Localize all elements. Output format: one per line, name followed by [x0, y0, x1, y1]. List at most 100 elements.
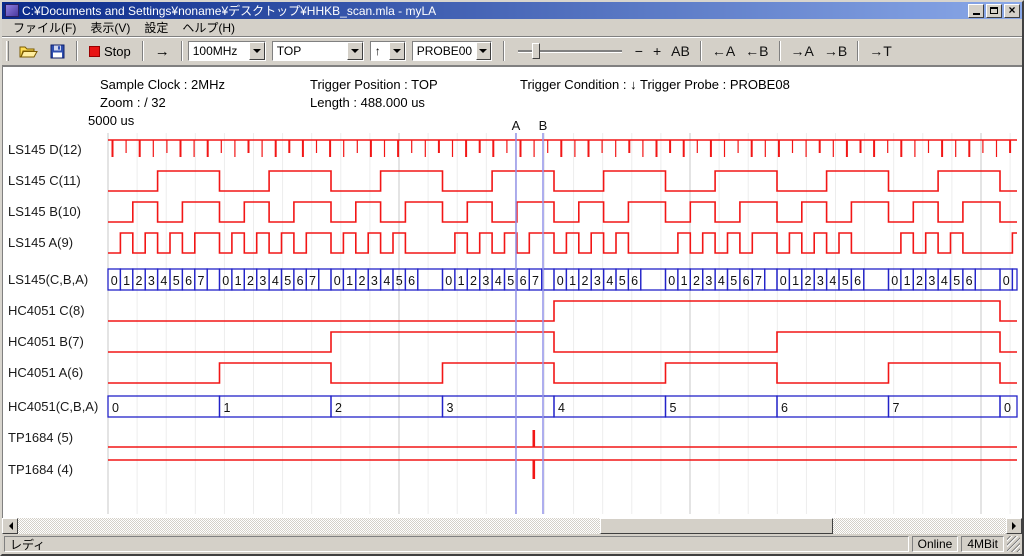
goto-cursor-a-button[interactable]: ←A: [707, 41, 740, 61]
bus-value: 7: [755, 274, 762, 288]
close-button[interactable]: ×: [1004, 4, 1020, 18]
wave-row-6: [108, 332, 1017, 352]
toolbar-separator: [503, 41, 505, 61]
cursor-a-label: A: [512, 118, 521, 133]
menu-file[interactable]: ファイル(F): [6, 18, 83, 37]
bus-row-4: [1012, 269, 1017, 290]
dropdown-arrow-icon[interactable]: [249, 42, 265, 60]
channel-label-tp1684-5: TP1684 (5): [8, 430, 73, 445]
sample-clock-value: 100MHz: [189, 42, 249, 60]
bus-value: 5: [953, 274, 960, 288]
open-button[interactable]: [13, 42, 44, 61]
scroll-right-button[interactable]: [1006, 518, 1022, 534]
trigger-probe-value: PROBE00: [413, 42, 476, 60]
bus-value: 2: [136, 274, 143, 288]
sample-clock-select[interactable]: 100MHz: [188, 41, 266, 61]
ab-button[interactable]: AB: [666, 41, 695, 61]
goto-trigger-button[interactable]: →T: [864, 41, 897, 61]
trigger-position-info: Trigger Position : TOP: [310, 77, 438, 92]
bus-value: 2: [582, 274, 589, 288]
bus-value: 0: [112, 401, 119, 415]
bus-value: 6: [631, 274, 638, 288]
bus-value: 3: [371, 274, 378, 288]
bus-value: 0: [334, 274, 341, 288]
menu-help[interactable]: ヘルプ(H): [175, 18, 242, 37]
set-cursor-b-button[interactable]: →B: [819, 41, 852, 61]
status-bar: レディ Online 4MBit: [2, 534, 1022, 554]
bus-value: 5: [507, 274, 514, 288]
wave-row-3: [108, 233, 1017, 253]
bus-value: 0: [780, 274, 787, 288]
bus-value: 6: [297, 274, 304, 288]
sample-clock-info: Sample Clock : 2MHz: [100, 77, 225, 92]
horizontal-scrollbar[interactable]: [2, 518, 1022, 534]
set-cursor-a-button[interactable]: →A: [786, 41, 819, 61]
channel-label-ls145-b: LS145 B(10): [8, 204, 81, 219]
toolbar-separator: [700, 41, 702, 61]
bus-row-8: [889, 396, 1001, 417]
zoom-slider[interactable]: [518, 41, 622, 61]
bus-value: 0: [445, 274, 452, 288]
app-window: C:¥Documents and Settings¥noname¥デスクトップ¥…: [0, 0, 1024, 556]
bus-value: 7: [893, 401, 900, 415]
save-button[interactable]: [44, 42, 71, 61]
bus-value: 0: [111, 274, 118, 288]
toolbar-separator: [857, 41, 859, 61]
trigger-edge-value: ↑: [371, 42, 389, 60]
bus-value: 4: [558, 401, 565, 415]
bus-value: 1: [569, 274, 576, 288]
bus-value: 5: [619, 274, 626, 288]
bus-value: 4: [718, 274, 725, 288]
maximize-icon: [990, 7, 998, 14]
trigger-probe-select[interactable]: PROBE00: [412, 41, 492, 61]
waveform-canvas[interactable]: 0123456701234567012345601234567012345601…: [2, 66, 1022, 518]
channel-label-ls145-bus: LS145(C,B,A): [8, 272, 88, 287]
bus-row-4: [319, 269, 331, 290]
dropdown-arrow-icon[interactable]: [476, 42, 491, 60]
bus-value: 2: [805, 274, 812, 288]
bus-row-4: [864, 269, 889, 290]
status-online: Online: [912, 536, 959, 552]
bus-value: 4: [829, 274, 836, 288]
channel-label-ls145-d: LS145 D(12): [8, 142, 82, 157]
slider-thumb[interactable]: [532, 43, 540, 59]
channel-label-hc4051-c: HC4051 C(8): [8, 303, 85, 318]
dropdown-arrow-icon[interactable]: [347, 42, 363, 60]
bus-value: 6: [520, 274, 527, 288]
bus-row-4: [418, 269, 443, 290]
minimize-button[interactable]: [968, 4, 984, 18]
trigger-edge-select[interactable]: ↑: [370, 41, 406, 61]
scrollbar-thumb[interactable]: [600, 518, 833, 534]
goto-cursor-b-button[interactable]: ←B: [740, 41, 773, 61]
bus-value: 0: [557, 274, 564, 288]
bus-value: 2: [335, 401, 342, 415]
trigger-position-select[interactable]: TOP: [272, 41, 364, 61]
stop-label: Stop: [104, 44, 131, 59]
menu-view[interactable]: 表示(V): [83, 18, 137, 37]
floppy-disk-icon: [50, 44, 65, 59]
scroll-left-button[interactable]: [2, 518, 18, 534]
bus-row-8: [220, 396, 332, 417]
bus-value: 2: [916, 274, 923, 288]
menu-settings[interactable]: 設定: [137, 18, 175, 37]
run-button[interactable]: →: [149, 41, 176, 62]
zoom-out-button[interactable]: −: [630, 41, 648, 61]
wave-row-7: [108, 363, 1017, 383]
resize-grip[interactable]: [1007, 536, 1020, 552]
channel-label-tp1684-4: TP1684 (4): [8, 462, 73, 477]
bus-value: 1: [224, 401, 231, 415]
zoom-in-button[interactable]: +: [648, 41, 666, 61]
scroll-left-icon: [5, 522, 13, 530]
dropdown-arrow-icon[interactable]: [389, 42, 405, 60]
stop-icon: [89, 46, 100, 57]
bus-row-8: [331, 396, 443, 417]
bus-value: 5: [284, 274, 291, 288]
toolbar-separator: [142, 41, 144, 61]
bus-value: 0: [668, 274, 675, 288]
maximize-button[interactable]: [986, 4, 1002, 18]
bus-value: 7: [198, 274, 205, 288]
stop-button[interactable]: Stop: [83, 42, 137, 61]
bus-value: 0: [1004, 401, 1011, 415]
bus-value: 7: [309, 274, 316, 288]
bus-row-8: [666, 396, 778, 417]
